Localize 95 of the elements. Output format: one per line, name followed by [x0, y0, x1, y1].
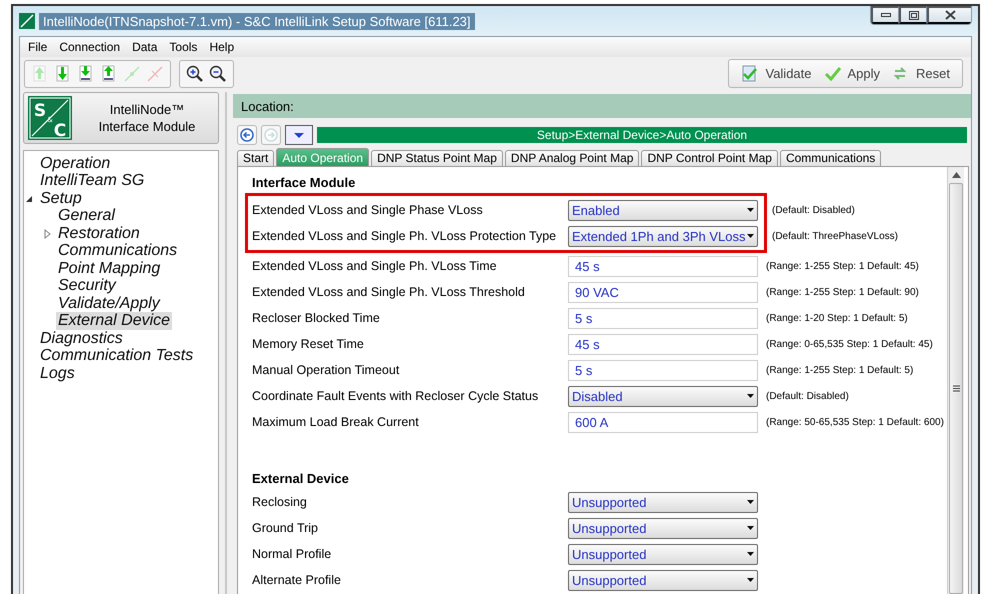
hint-text: (Range: 1-255 Step: 1 Default: 90): [766, 286, 919, 298]
reset-button[interactable]: Reset: [892, 65, 950, 82]
close-icon: [944, 10, 956, 20]
input-field[interactable]: 45 s: [568, 256, 758, 276]
menu-item[interactable]: Data: [126, 40, 164, 54]
hint-text: (Default: Disabled): [766, 390, 849, 402]
dropdown[interactable]: Enabled: [568, 200, 758, 220]
hint-text: (Range: 1-20 Step: 1 Default: 5): [766, 312, 908, 324]
tab[interactable]: Start: [237, 150, 274, 166]
close-button[interactable]: [927, 6, 971, 24]
tab[interactable]: DNP Control Point Map: [641, 150, 778, 166]
field-label: Maximum Load Break Current: [252, 415, 420, 429]
back-button[interactable]: [237, 125, 257, 145]
field-label: Coordinate Fault Events with Recloser Cycle Status: [252, 389, 540, 403]
input-field[interactable]: 600 A: [568, 412, 758, 432]
collapsed-arrow-icon[interactable]: [42, 228, 52, 239]
tab[interactable]: DNP Analog Point Map: [504, 150, 640, 166]
caret-icon: [747, 552, 754, 556]
input-field[interactable]: 90 VAC: [568, 282, 758, 302]
zoom-in-icon[interactable]: [185, 64, 205, 84]
minimize-icon: [880, 13, 890, 17]
tree-item[interactable]: External Device: [56, 312, 172, 330]
menu-item[interactable]: Connection: [53, 40, 126, 54]
tree-item[interactable]: Restoration: [56, 224, 142, 243]
input-field[interactable]: 5 s: [568, 360, 758, 380]
menu-item[interactable]: File: [22, 40, 54, 54]
field-label: Memory Reset Time: [252, 337, 365, 351]
tree-item[interactable]: General: [56, 207, 117, 226]
window-title: IntelliNode(ITNSnapshot-7.1.vm) - S&C IntelliLink Setup Software [611.23]: [39, 12, 475, 30]
field-label: Alternate Profile: [252, 573, 342, 587]
scrollbar[interactable]: [947, 167, 964, 594]
menu-item[interactable]: Tools: [163, 40, 204, 54]
caret-icon: [293, 132, 305, 138]
hint-text: (Range: 1-255 Step: 1 Default: 45): [766, 260, 919, 272]
field-label: Reclosing: [252, 495, 308, 509]
dropdown[interactable]: Unsupported: [568, 492, 758, 512]
caret-icon: [747, 500, 754, 504]
caret-icon: [747, 578, 754, 582]
maximize-button[interactable]: [899, 6, 927, 24]
tree-item[interactable]: Setup: [38, 190, 84, 208]
caret-icon: [747, 526, 754, 530]
hint-text: (Range: 1-255 Step: 1 Default: 5): [766, 364, 914, 376]
expanded-arrow-icon[interactable]: [24, 194, 34, 204]
tree-item[interactable]: IntelliTeam SG: [38, 172, 146, 190]
dropdown[interactable]: Disabled: [568, 386, 758, 406]
tree-item[interactable]: Communications: [56, 242, 180, 260]
validate-button[interactable]: Validate: [741, 65, 812, 82]
section-title: External Device: [252, 470, 350, 488]
dropdown[interactable]: Extended 1Ph and 3Ph VLoss: [568, 226, 758, 246]
hint-text: (Range: 0-65,535 Step: 1 Default: 45): [766, 338, 933, 350]
tree-item[interactable]: Point Mapping: [56, 260, 162, 278]
product-name: IntelliNode™: [108, 101, 186, 118]
minimize-button[interactable]: [871, 6, 899, 24]
input-field[interactable]: 5 s: [568, 308, 758, 328]
history-dropdown[interactable]: [285, 125, 313, 145]
tree-item[interactable]: Communication Tests: [38, 347, 196, 366]
dropdown[interactable]: Unsupported: [568, 544, 758, 564]
tree-item[interactable]: Logs: [38, 364, 77, 383]
tab[interactable]: Communications: [780, 150, 882, 166]
field-label: Normal Profile: [252, 547, 332, 561]
tree-item[interactable]: Security: [56, 277, 118, 296]
menu-item[interactable]: Help: [203, 40, 240, 54]
caret-icon: [747, 234, 754, 238]
input-field[interactable]: 45 s: [568, 334, 758, 354]
hint-text: (Range: 50-65,535 Step: 1 Default: 600): [766, 416, 944, 428]
caret-icon: [747, 208, 754, 212]
field-label: Manual Operation Timeout: [252, 363, 400, 377]
tree-item[interactable]: Operation: [38, 154, 112, 173]
field-label: Extended VLoss and Single Ph. VLoss Time: [252, 259, 498, 273]
location-label: Location:: [241, 98, 294, 114]
breadcrumb-bar: Setup>External Device>Auto Operation: [317, 127, 967, 143]
caret-icon: [747, 394, 754, 398]
check-icon: [824, 65, 842, 82]
tree-item[interactable]: Diagnostics: [38, 330, 125, 348]
tree-item[interactable]: Validate/Apply: [56, 294, 162, 313]
maximize-icon: [908, 10, 918, 20]
app-icon: [19, 13, 35, 29]
hint-text: (Default: Disabled): [772, 204, 855, 216]
zoom-out-icon[interactable]: [208, 64, 228, 84]
section-title: Interface Module: [252, 174, 356, 192]
field-label: Extended VLoss and Single Ph. VLoss Protection Type: [252, 229, 558, 243]
hint-text: (Default: ThreePhaseVLoss): [772, 230, 898, 242]
apply-button[interactable]: Apply: [824, 65, 880, 82]
dropdown[interactable]: Unsupported: [568, 518, 758, 538]
field-label: Recloser Blocked Time: [252, 311, 381, 325]
scroll-thumb[interactable]: [949, 183, 963, 594]
product-subtitle: Interface Module: [98, 118, 196, 135]
dropdown[interactable]: Unsupported: [568, 570, 758, 590]
validate-icon: [741, 65, 760, 82]
field-label: Extended VLoss and Single Phase VLoss: [252, 203, 484, 217]
field-label: Extended VLoss and Single Ph. VLoss Threshold: [252, 285, 526, 299]
scroll-up-icon[interactable]: [952, 172, 960, 178]
grip-icon: [952, 385, 960, 392]
field-label: Ground Trip: [252, 521, 320, 535]
tab[interactable]: DNP Status Point Map: [371, 150, 503, 166]
